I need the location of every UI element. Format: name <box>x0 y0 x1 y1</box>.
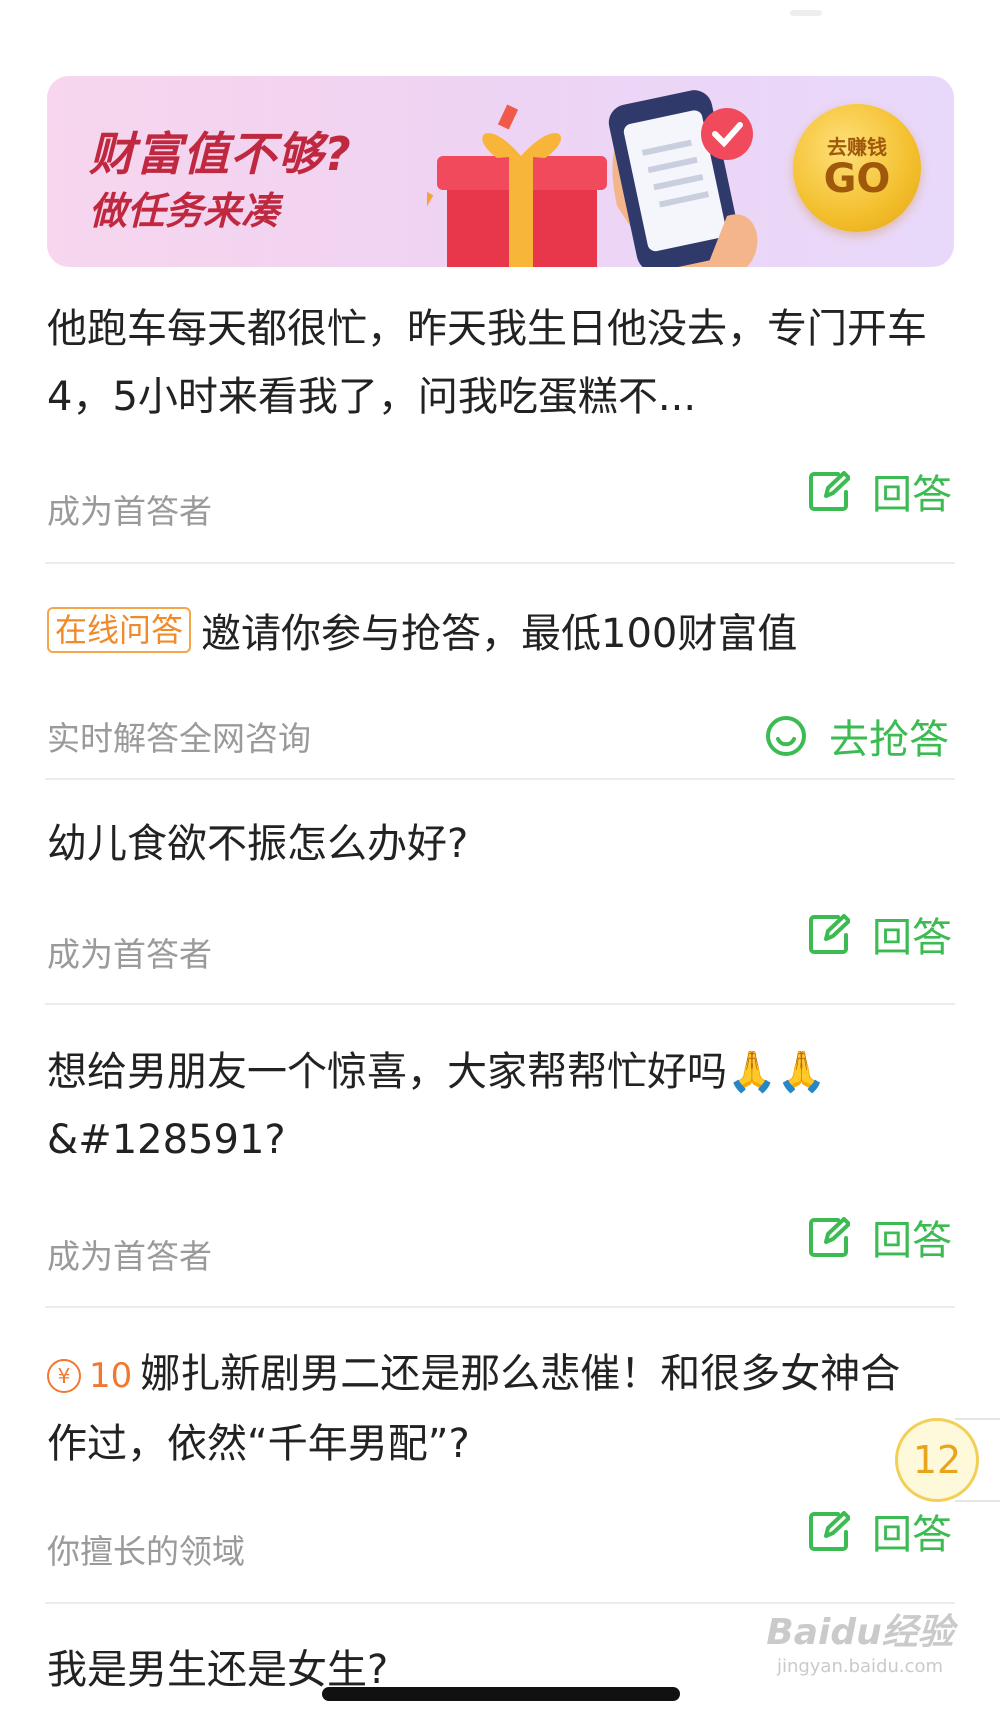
divider <box>45 1306 955 1308</box>
question-hint: 你擅长的领域 <box>47 1532 245 1571</box>
gift-phone-illustration <box>427 90 758 267</box>
yuan-coin-icon: ¥ <box>47 1359 81 1393</box>
question-title[interactable]: 他跑车每天都很忙，昨天我生日他没去，专门开车4，5小时来看我了，问我吃蛋糕不..… <box>47 295 927 431</box>
edit-icon <box>809 1217 850 1257</box>
question-hint: 成为首答者 <box>47 492 212 531</box>
float-rule-bottom <box>955 1500 1000 1502</box>
banner-subline: 做任务来凑 <box>89 189 280 233</box>
question-title-text: 娜扎新剧男二还是那么悲催！和很多女神合作过，依然“千年男配”? <box>47 1351 901 1467</box>
banner-headline: 财富值不够? <box>89 127 352 181</box>
earn-wealth-banner[interactable]: 财富值不够? 做任务来凑 去赚钱 GO <box>47 76 954 267</box>
smile-icon <box>766 716 806 756</box>
answer-button[interactable]: 回答 <box>808 1502 952 1560</box>
home-indicator[interactable] <box>322 1687 680 1701</box>
edit-icon <box>809 471 850 511</box>
answer-button-label: 回答 <box>872 472 952 518</box>
grab-answer-label: 去抢答 <box>829 717 949 763</box>
divider <box>45 1602 955 1604</box>
status-indicator <box>790 10 822 16</box>
question-title-text: 邀请你参与抢答，最低100财富值 <box>201 611 798 657</box>
edit-icon <box>809 914 850 954</box>
question-hint: 成为首答者 <box>47 935 212 974</box>
float-rule-top <box>955 1418 1000 1420</box>
grab-answer-button[interactable]: 去抢答 <box>765 707 949 765</box>
answer-button[interactable]: 回答 <box>808 1208 952 1266</box>
question-title[interactable]: 在线问答 邀请你参与抢答，最低100财富值 <box>47 600 927 668</box>
floating-count-badge[interactable]: 12 <box>895 1418 979 1502</box>
watermark-url: jingyan.baidu.com <box>776 1656 944 1677</box>
go-earn-big-label: GO <box>823 156 891 202</box>
baidu-jingyan-watermark: Baidu经验 jingyan.baidu.com <box>760 1610 960 1700</box>
question-title[interactable]: 想给男朋友一个惊喜，大家帮帮忙好吗🙏🙏&#128591? <box>47 1038 927 1174</box>
edit-icon <box>809 1511 850 1551</box>
divider <box>45 562 955 564</box>
answer-button[interactable]: 回答 <box>808 462 952 520</box>
question-title[interactable]: ¥10 娜扎新剧男二还是那么悲催！和很多女神合作过，依然“千年男配”? <box>47 1340 917 1478</box>
reward-amount: 10 <box>89 1356 133 1396</box>
answer-button-label: 回答 <box>872 1218 952 1264</box>
online-qa-tag: 在线问答 <box>47 607 192 653</box>
answer-button-label: 回答 <box>872 915 952 961</box>
question-title[interactable]: 幼儿食欲不振怎么办好? <box>47 810 927 878</box>
reward-badge: ¥10 <box>47 1342 132 1410</box>
question-hint: 成为首答者 <box>47 1237 212 1276</box>
answer-button[interactable]: 回答 <box>808 905 952 963</box>
divider <box>45 778 955 780</box>
divider <box>45 1003 955 1005</box>
answer-button-label: 回答 <box>872 1512 952 1558</box>
question-hint: 实时解答全网咨询 <box>47 719 311 758</box>
watermark-logo-text: Baidu经验 <box>766 1612 954 1653</box>
go-earn-small-label: 去赚钱 <box>827 135 887 159</box>
go-earn-button[interactable]: 去赚钱 GO <box>793 104 921 232</box>
